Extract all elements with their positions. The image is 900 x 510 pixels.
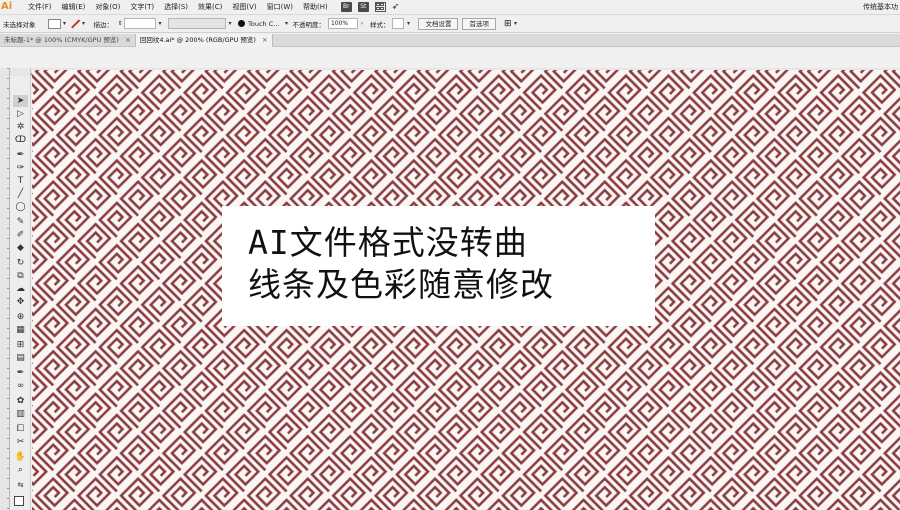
brush-definition[interactable]: Touch C... xyxy=(248,20,279,28)
tools-panel: ➤ ▷ ✲ ↀ ✒ ✑ T ╱ ◯ ✎ ✐ ◆ ↻ ⧉ ☁ ✥ ⊕ ▦ ⊞ ▤ … xyxy=(10,76,31,510)
stroke-weight-stepper[interactable]: ⇕ xyxy=(116,19,124,29)
tab-untitled-1[interactable]: 未标题-1* @ 100% (CMYK/GPU 预览) × xyxy=(0,34,136,47)
menu-edit[interactable]: 编辑(E) xyxy=(57,1,91,13)
caption-overlay: AI文件格式没转曲 线条及色彩随意修改 xyxy=(222,206,655,326)
chevron-down-icon[interactable]: ▾ xyxy=(226,19,234,29)
magic-wand-tool-icon[interactable]: ✲ xyxy=(13,121,28,133)
stroke-weight-field[interactable] xyxy=(124,18,156,29)
caption-line-2: 线条及色彩随意修改 xyxy=(248,265,554,304)
stroke-color-icon[interactable] xyxy=(69,18,80,29)
swap-fill-stroke-icon[interactable]: ⇆ xyxy=(13,479,28,491)
tab-huihuiwen4[interactable]: 回回纹4.ai* @ 200% (RGB/GPU 预览) × xyxy=(135,34,273,47)
pen-tool-icon[interactable]: ✒ xyxy=(13,149,28,161)
free-transform-tool-icon[interactable]: ✥ xyxy=(13,296,28,308)
app-logo: Ai xyxy=(1,1,13,12)
close-icon[interactable]: × xyxy=(125,34,131,47)
mesh-tool-icon[interactable]: ⊞ xyxy=(13,339,28,351)
fill-swatch[interactable] xyxy=(47,18,61,29)
close-icon[interactable]: × xyxy=(262,34,268,47)
perspective-grid-tool-icon[interactable]: ▦ xyxy=(13,324,28,336)
variable-width-profile[interactable] xyxy=(168,18,226,29)
chevron-down-icon[interactable]: ▾ xyxy=(282,19,290,29)
slice-tool-icon[interactable]: ✂ xyxy=(13,436,28,448)
direct-selection-tool-icon[interactable]: ▷ xyxy=(13,108,28,120)
scale-tool-icon[interactable]: ⧉ xyxy=(13,270,28,282)
menu-help[interactable]: 帮助(H) xyxy=(298,1,333,13)
gradient-tool-icon[interactable]: ▤ xyxy=(13,352,28,364)
arrange-documents-icon[interactable] xyxy=(374,2,386,12)
paintbrush-tool-icon[interactable]: ✎ xyxy=(13,216,28,228)
menu-effect[interactable]: 效果(C) xyxy=(193,1,227,13)
tab-label: 未标题-1* @ 100% (CMYK/GPU 预览) xyxy=(4,36,119,44)
menu-list: 文件(F) 编辑(E) 对象(O) 文字(T) 选择(S) 效果(C) 视图(V… xyxy=(23,1,333,13)
chevron-down-icon[interactable]: ▾ xyxy=(404,19,412,29)
document-tabs: 未标题-1* @ 100% (CMYK/GPU 预览) × 回回纹4.ai* @… xyxy=(0,34,900,47)
chevron-down-icon[interactable]: ▾ xyxy=(156,19,164,29)
style-label: 样式： xyxy=(369,20,390,29)
menu-file[interactable]: 文件(F) xyxy=(23,1,57,13)
symbol-sprayer-tool-icon[interactable]: ✿ xyxy=(13,395,28,407)
shape-builder-tool-icon[interactable]: ⊕ xyxy=(13,311,28,323)
align-options-icon[interactable]: ⊞ xyxy=(504,19,512,29)
menu-bar: Ai 文件(F) 编辑(E) 对象(O) 文字(T) 选择(S) 效果(C) 视… xyxy=(0,0,900,14)
stroke-label: 描边： xyxy=(93,20,114,29)
vertical-ruler[interactable] xyxy=(0,68,10,510)
type-tool-icon[interactable]: T xyxy=(13,175,28,187)
line-segment-tool-icon[interactable]: ╱ xyxy=(13,188,28,200)
fill-stroke-swatch[interactable] xyxy=(14,496,24,506)
preferences-button[interactable]: 首选项 xyxy=(462,17,496,30)
chevron-right-icon[interactable]: › xyxy=(358,19,366,29)
lasso-tool-icon[interactable]: ↀ xyxy=(13,134,28,146)
menu-window[interactable]: 窗口(W) xyxy=(262,1,298,13)
selection-status: 未选择对象 xyxy=(3,20,36,29)
rotate-tool-icon[interactable]: ↻ xyxy=(13,257,28,269)
hand-tool-icon[interactable]: ✋ xyxy=(13,451,28,463)
menu-view[interactable]: 视图(V) xyxy=(227,1,261,13)
chevron-down-icon[interactable]: ▾ xyxy=(80,19,88,29)
column-graph-tool-icon[interactable]: ▥ xyxy=(13,408,28,420)
menu-object[interactable]: 对象(O) xyxy=(90,1,125,13)
artboard-tool-icon[interactable]: ⧠ xyxy=(13,423,28,435)
eraser-tool-icon[interactable]: ◆ xyxy=(13,242,28,254)
menu-type[interactable]: 文字(T) xyxy=(125,1,159,13)
caption-line-1: AI文件格式没转曲 xyxy=(248,223,528,262)
chevron-down-icon[interactable]: ▾ xyxy=(512,19,520,29)
menu-select[interactable]: 选择(S) xyxy=(159,1,193,13)
graphic-style-swatch[interactable] xyxy=(392,18,405,29)
gpu-performance-icon[interactable]: ➶ xyxy=(392,2,400,12)
chevron-down-icon[interactable]: ▾ xyxy=(61,19,69,29)
opacity-input[interactable]: 100% xyxy=(327,18,358,29)
control-bar: 未选择对象 ▾ ▾ 描边： ⇕ ▾ ▾ Touch C... ▾ 不透明度： 1… xyxy=(0,14,900,33)
selection-tool-icon[interactable]: ➤ xyxy=(13,95,28,107)
eyedropper-tool-icon[interactable]: ✒ xyxy=(13,367,28,379)
zoom-tool-icon[interactable]: ⌕ xyxy=(13,464,28,476)
tab-label: 回回纹4.ai* @ 200% (RGB/GPU 预览) xyxy=(139,36,256,44)
stock-button[interactable]: St xyxy=(357,2,369,12)
blend-tool-icon[interactable]: ∞ xyxy=(13,380,28,392)
shaper-tool-icon[interactable]: ✐ xyxy=(13,229,28,241)
bridge-button[interactable]: Br xyxy=(340,2,352,12)
document-setup-button[interactable]: 文档设置 xyxy=(418,17,459,30)
curvature-tool-icon[interactable]: ✑ xyxy=(13,162,28,174)
ellipse-tool-icon[interactable]: ◯ xyxy=(13,201,28,213)
brush-dot-icon xyxy=(238,20,245,27)
ruler-origin[interactable] xyxy=(10,68,31,76)
workspace-switcher[interactable]: 传统基本功 xyxy=(863,1,898,13)
warp-tool-icon[interactable]: ☁ xyxy=(13,283,28,295)
menu-extras: Br St ➶ xyxy=(340,2,400,12)
opacity-label: 不透明度： xyxy=(292,20,325,29)
